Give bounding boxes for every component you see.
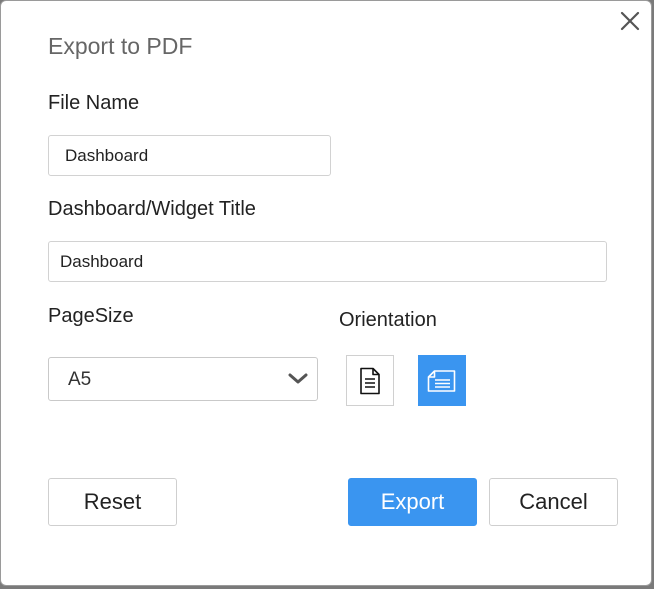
file-name-label: File Name: [48, 92, 140, 114]
close-icon: [620, 11, 640, 31]
page-size-label: PageSize: [48, 305, 134, 327]
widget-title-input[interactable]: [48, 241, 607, 282]
orientation-portrait-button[interactable]: [346, 355, 394, 406]
cancel-button[interactable]: Cancel: [489, 478, 618, 526]
chevron-down-icon: [288, 373, 308, 384]
portrait-page-icon: [360, 367, 380, 394]
reset-button[interactable]: Reset: [48, 478, 177, 526]
widget-title-label: Dashboard/Widget Title: [48, 198, 256, 220]
orientation-label: Orientation: [339, 309, 437, 331]
page-size-value: A5: [68, 369, 92, 390]
export-button[interactable]: Export: [348, 478, 477, 526]
page-size-select[interactable]: A5: [48, 357, 318, 401]
export-pdf-dialog: Export to PDF File Name Dashboard/Widget…: [0, 0, 652, 586]
landscape-page-icon: [427, 369, 456, 392]
close-button[interactable]: [618, 9, 642, 33]
file-name-input[interactable]: [48, 135, 331, 176]
dialog-title: Export to PDF: [48, 33, 193, 59]
orientation-landscape-button[interactable]: [418, 355, 466, 406]
